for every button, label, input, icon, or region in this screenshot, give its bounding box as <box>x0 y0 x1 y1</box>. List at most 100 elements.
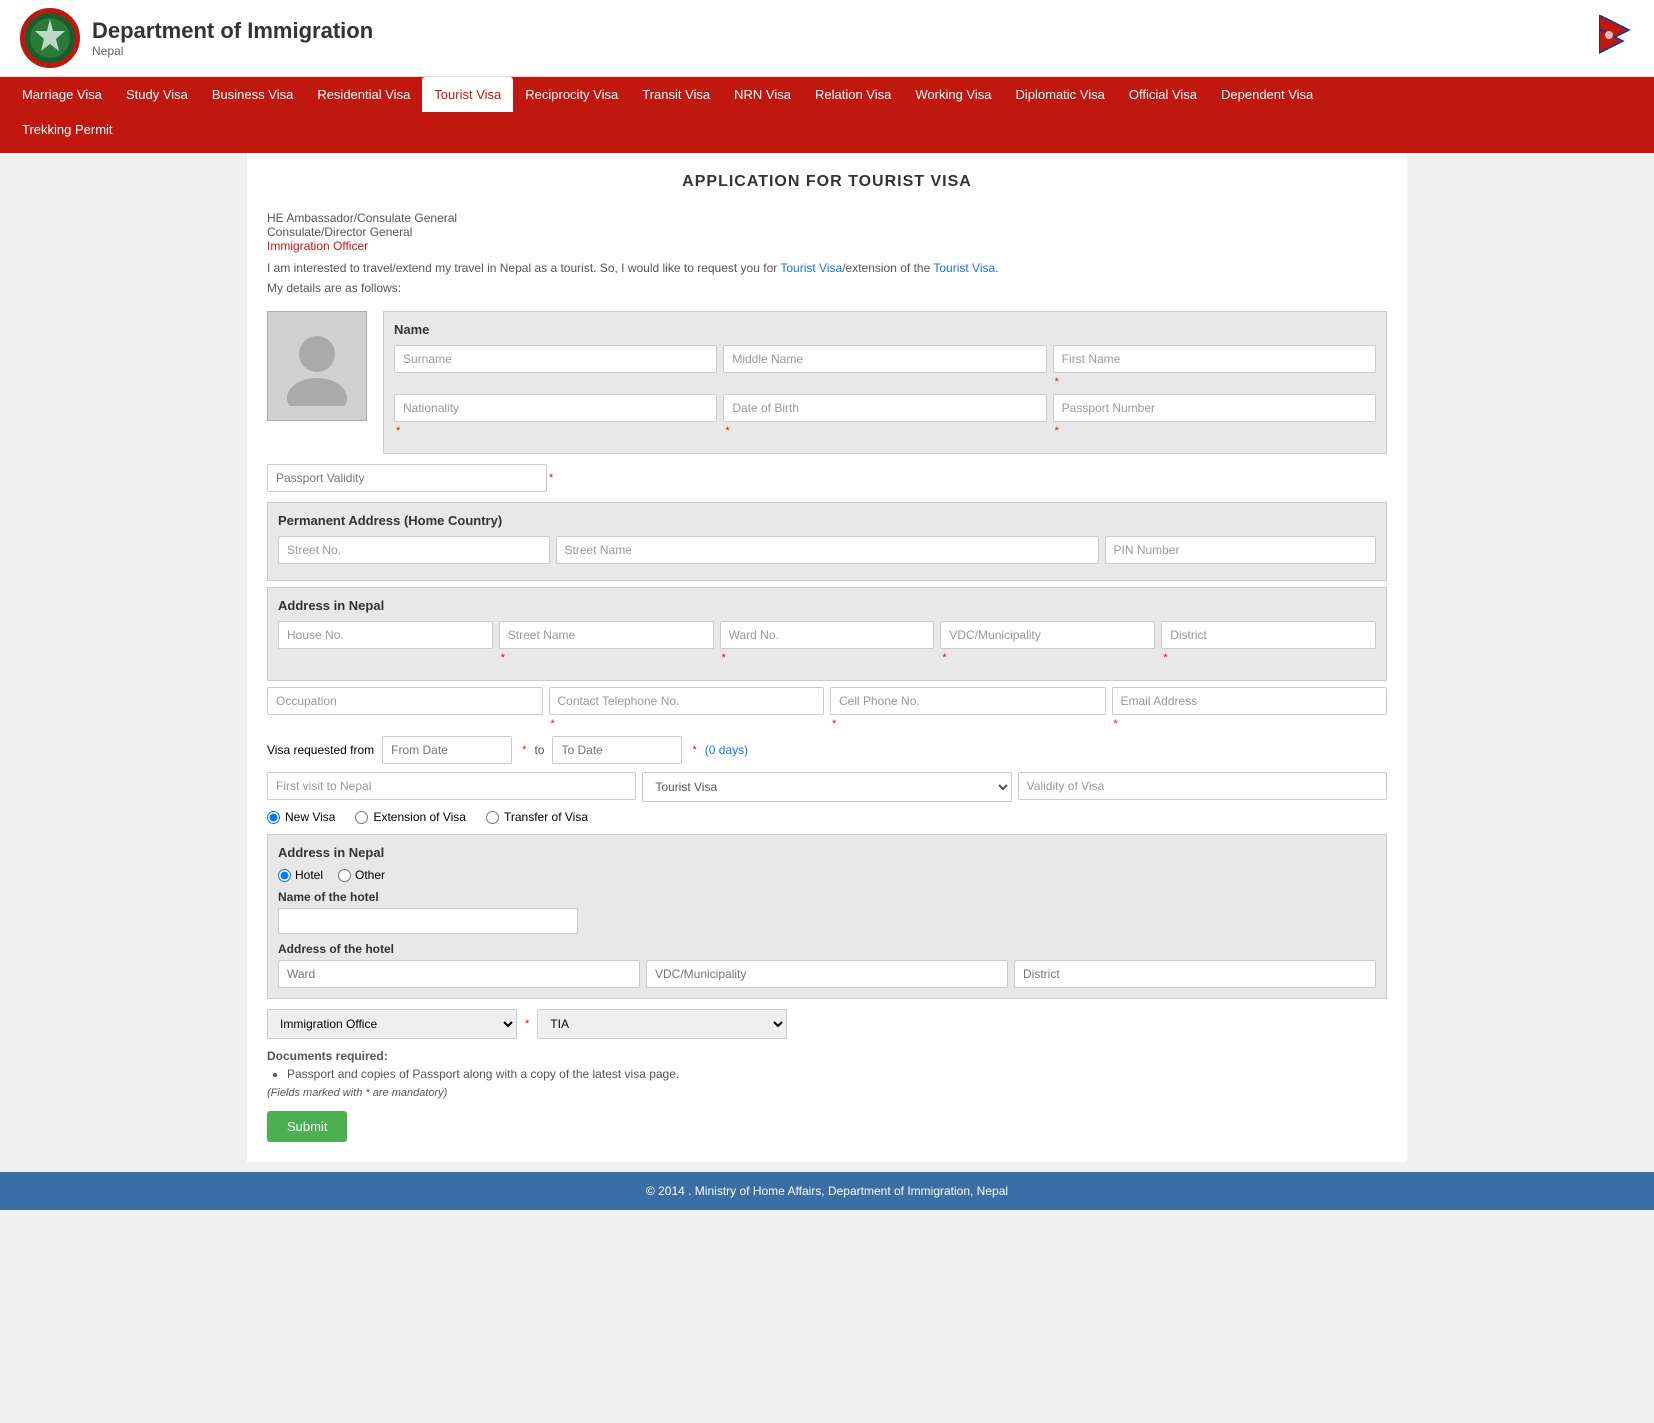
visa-type-field: Tourist Visa <box>642 772 1011 802</box>
transfer-radio[interactable] <box>486 811 499 824</box>
hotel-vdc-input[interactable] <box>646 960 1008 988</box>
documents-section: Documents required: Passport and copies … <box>267 1049 1387 1081</box>
nav-business-visa[interactable]: Business Visa <box>200 77 305 112</box>
photo-upload-area[interactable] <box>267 311 367 421</box>
email-required: * <box>1114 718 1118 730</box>
street-name-field <box>556 536 1099 564</box>
surname-input[interactable] <box>394 345 717 373</box>
nav-diplomatic-visa[interactable]: Diplomatic Visa <box>1003 77 1116 112</box>
top-section: Name * * * <box>267 311 1387 454</box>
vdc-required: * <box>942 652 946 664</box>
validity-of-visa-field <box>1018 772 1387 802</box>
nepal-street-name-input[interactable] <box>499 621 714 649</box>
my-details-text: My details are as follows: <box>267 281 1387 295</box>
hotel-radio[interactable] <box>278 869 291 882</box>
footer-text: © 2014 . Ministry of Home Affairs, Depar… <box>646 1184 1008 1198</box>
other-radio[interactable] <box>338 869 351 882</box>
tia-select[interactable]: TIA <box>537 1009 787 1039</box>
permanent-address-title: Permanent Address (Home Country) <box>278 513 1376 528</box>
first-name-field: * <box>1053 345 1376 388</box>
street-name-input[interactable] <box>556 536 1099 564</box>
nav-trekking-permit[interactable]: Trekking Permit <box>10 112 125 147</box>
logo-emblem <box>20 8 80 68</box>
permanent-address-section: Permanent Address (Home Country) <box>267 502 1387 581</box>
nav-official-visa[interactable]: Official Visa <box>1117 77 1209 112</box>
address-nepal-title: Address in Nepal <box>278 598 1376 613</box>
occupation-field <box>267 687 543 730</box>
nav-marriage-visa[interactable]: Marriage Visa <box>10 77 114 112</box>
middle-name-field <box>723 345 1046 388</box>
cell-phone-input[interactable] <box>830 687 1106 715</box>
nav-nrn-visa[interactable]: NRN Visa <box>722 77 803 112</box>
passport-validity-input[interactable] <box>267 464 547 492</box>
hotel-radio-label[interactable]: Hotel <box>278 868 323 882</box>
extension-radio[interactable] <box>355 811 368 824</box>
other-radio-label[interactable]: Other <box>338 868 385 882</box>
transfer-radio-label[interactable]: Transfer of Visa <box>486 810 588 824</box>
header-left: Department of Immigration Nepal <box>20 8 373 68</box>
hotel-district-input[interactable] <box>1014 960 1376 988</box>
address-nepal-section: Address in Nepal * * * * <box>267 587 1387 681</box>
hotel-label: Hotel <box>295 868 323 882</box>
first-visit-field <box>267 772 636 802</box>
nav-working-visa[interactable]: Working Visa <box>903 77 1003 112</box>
submit-button[interactable]: Submit <box>267 1111 347 1142</box>
tourist-visa-link2: Tourist Visa <box>933 261 995 275</box>
house-no-input[interactable] <box>278 621 493 649</box>
vdc-municipality-input[interactable] <box>940 621 1155 649</box>
hotel-name-input[interactable] <box>278 908 578 934</box>
passport-number-input[interactable] <box>1053 394 1376 422</box>
nav-tourist-visa[interactable]: Tourist Visa <box>422 77 513 112</box>
nav-row-2: Trekking Permit <box>0 112 1654 153</box>
transfer-label: Transfer of Visa <box>504 810 588 824</box>
street-no-input[interactable] <box>278 536 550 564</box>
main-nav: Marriage Visa Study Visa Business Visa R… <box>0 77 1654 153</box>
email-field: * <box>1112 687 1388 730</box>
dob-required: * <box>725 425 729 437</box>
hotel-section: Address in Nepal Hotel Other Name of the… <box>267 834 1387 999</box>
nav-reciprocity-visa[interactable]: Reciprocity Visa <box>513 77 630 112</box>
visa-type-radio-row: New Visa Extension of Visa Transfer of V… <box>267 810 1387 824</box>
nationality-input[interactable] <box>394 394 717 422</box>
ward-no-input[interactable] <box>720 621 935 649</box>
document-item-1: Passport and copies of Passport along wi… <box>287 1067 1387 1081</box>
contact-tel-input[interactable] <box>549 687 825 715</box>
new-visa-radio[interactable] <box>267 811 280 824</box>
hotel-address-label: Address of the hotel <box>278 942 1376 956</box>
nav-dependent-visa[interactable]: Dependent Visa <box>1209 77 1325 112</box>
documents-title: Documents required: <box>267 1049 388 1063</box>
passport-validity-required: * <box>549 472 553 484</box>
pin-number-input[interactable] <box>1105 536 1377 564</box>
occupation-input[interactable] <box>267 687 543 715</box>
from-date-input[interactable] <box>382 736 512 764</box>
visa-type-select[interactable]: Tourist Visa <box>642 772 1011 802</box>
first-name-required: * <box>1055 376 1059 388</box>
first-visit-input[interactable] <box>267 772 636 800</box>
nav-transit-visa[interactable]: Transit Visa <box>630 77 722 112</box>
office-required: * <box>525 1018 529 1030</box>
middle-name-input[interactable] <box>723 345 1046 373</box>
immigration-office-select[interactable]: Immigration Office <box>267 1009 517 1039</box>
to-date-input[interactable] <box>552 736 682 764</box>
nav-relation-visa[interactable]: Relation Visa <box>803 77 903 112</box>
email-input[interactable] <box>1112 687 1388 715</box>
contact-tel-required: * <box>551 718 555 730</box>
district-input[interactable] <box>1161 621 1376 649</box>
first-name-input[interactable] <box>1053 345 1376 373</box>
nationality-field: * <box>394 394 717 437</box>
validity-of-visa-input[interactable] <box>1018 772 1387 800</box>
page-header: Department of Immigration Nepal <box>0 0 1654 77</box>
dob-input[interactable] <box>723 394 1046 422</box>
extension-label: Extension of Visa <box>373 810 466 824</box>
nepal-street-required: * <box>501 652 505 664</box>
contact-row: * * * <box>267 687 1387 730</box>
nav-residential-visa[interactable]: Residential Visa <box>305 77 422 112</box>
hotel-ward-input[interactable] <box>278 960 640 988</box>
nationality-required: * <box>396 425 400 437</box>
other-label: Other <box>355 868 385 882</box>
visa-dates-row: Visa requested from * to * (0 days) <box>267 736 1387 764</box>
extension-radio-label[interactable]: Extension of Visa <box>355 810 466 824</box>
nav-study-visa[interactable]: Study Visa <box>114 77 200 112</box>
nepal-flag <box>1599 15 1634 62</box>
new-visa-radio-label[interactable]: New Visa <box>267 810 335 824</box>
